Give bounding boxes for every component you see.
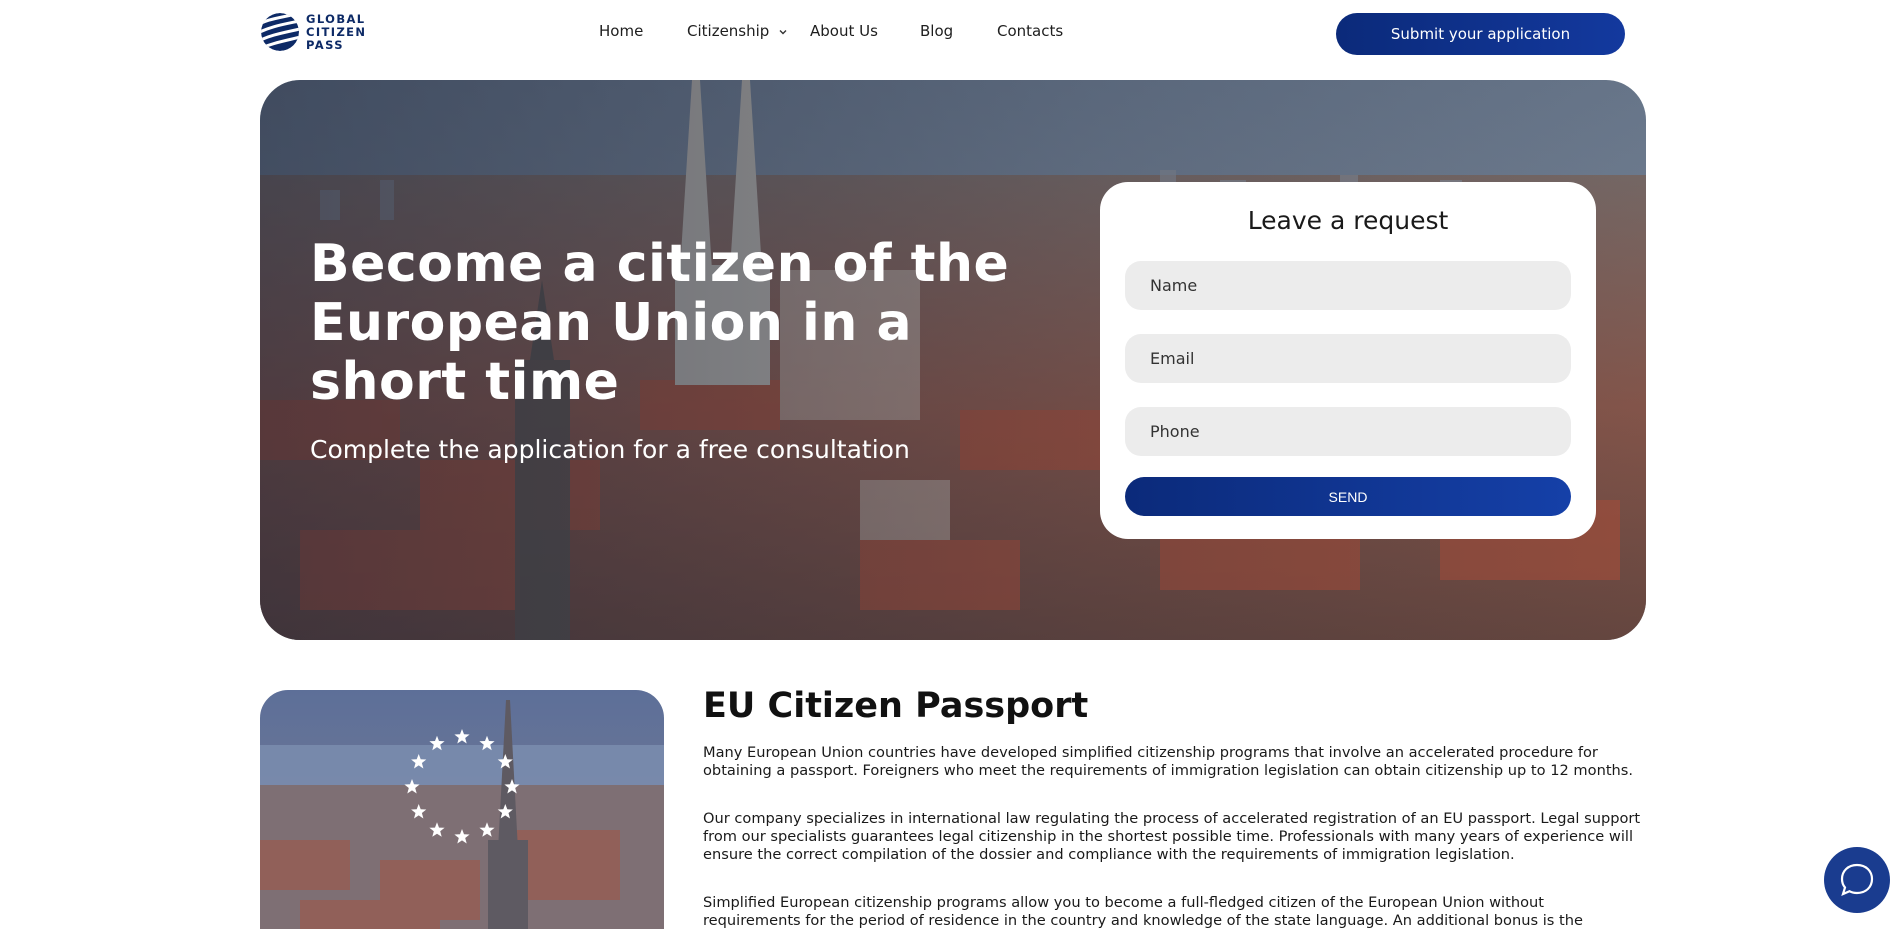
form-title: Leave a request	[1247, 206, 1449, 235]
nav-contacts[interactable]: Contacts	[997, 22, 1063, 40]
chevron-down-icon	[779, 29, 787, 34]
eu-flag-city-image	[260, 690, 664, 929]
section-paragraph-3: Simplified European citizenship programs…	[703, 894, 1583, 929]
submit-application-button[interactable]: Submit your application	[1336, 13, 1625, 55]
name-field[interactable]	[1125, 261, 1571, 310]
email-field[interactable]	[1125, 334, 1571, 383]
nav-about-us[interactable]: About Us	[810, 22, 878, 40]
chat-button[interactable]	[1824, 847, 1890, 913]
section-paragraph-1: Many European Union countries have devel…	[703, 744, 1634, 779]
hero-banner: Become a citizen of the European Union i…	[260, 80, 1646, 640]
logo[interactable]: GLOBAL CITIZEN PASS	[260, 10, 380, 54]
phone-field[interactable]	[1125, 407, 1571, 456]
logo-line-2: CITIZEN	[306, 24, 367, 39]
section-title: EU Citizen Passport	[703, 686, 1089, 726]
nav-citizenship-label: Citizenship	[687, 22, 770, 40]
nav-home[interactable]: Home	[599, 22, 643, 40]
globe-stripes-icon	[261, 13, 299, 51]
logo-line-1: GLOBAL	[306, 11, 366, 26]
logo-wordmark: GLOBAL CITIZEN PASS	[306, 11, 367, 52]
section-paragraph-2: Our company specializes in international…	[703, 810, 1641, 863]
send-button[interactable]: SEND	[1125, 477, 1571, 516]
chat-bubble-icon	[1840, 863, 1874, 896]
eu-stars-icon	[260, 690, 664, 929]
site-header: GLOBAL CITIZEN PASS Home Citizenship Abo…	[0, 0, 1898, 70]
hero-subtitle: Complete the application for a free cons…	[310, 435, 910, 464]
nav-blog[interactable]: Blog	[920, 22, 953, 40]
nav-citizenship[interactable]: Citizenship	[687, 22, 789, 40]
request-form: Leave a request SEND	[1100, 182, 1596, 539]
hero-title: Become a citizen of the European Union i…	[310, 234, 1010, 412]
logo-line-3: PASS	[306, 37, 344, 52]
